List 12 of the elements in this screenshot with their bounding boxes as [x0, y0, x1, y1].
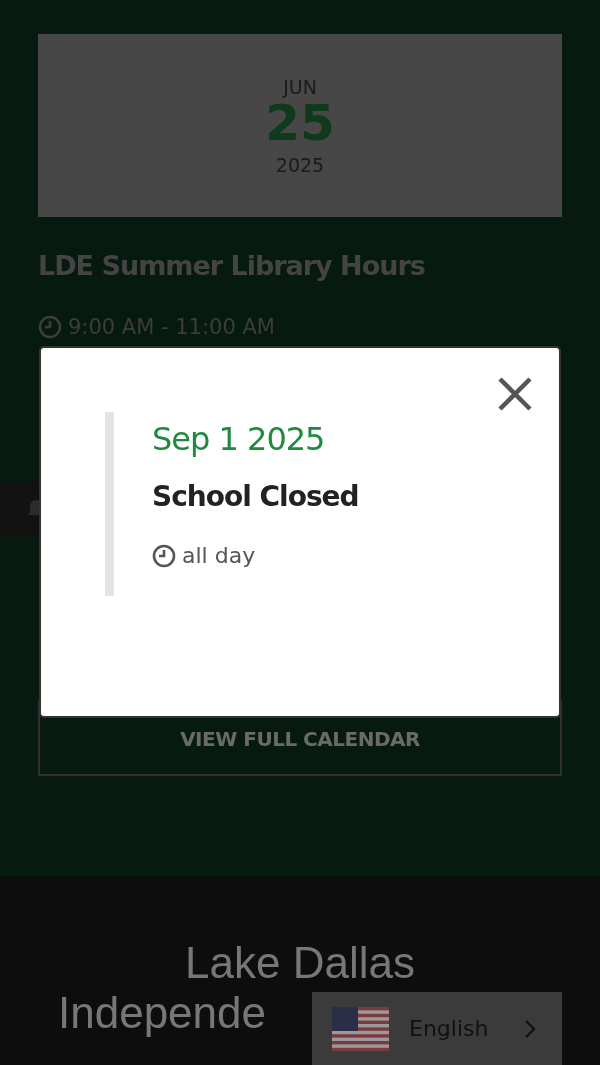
- chevron-right-icon: [524, 1018, 536, 1039]
- event-time: all day: [182, 543, 256, 568]
- event-day: 25: [265, 97, 335, 148]
- clock-icon: [152, 543, 176, 568]
- event-title[interactable]: LDE Summer Library Hours: [38, 250, 562, 281]
- event-date: Sep 1 2025: [152, 419, 326, 458]
- event-title: School Closed: [152, 480, 360, 513]
- flag-icon: [332, 1006, 389, 1051]
- close-icon[interactable]: [497, 376, 533, 412]
- clock-icon: [38, 315, 62, 339]
- district-name: Independe: [58, 988, 266, 1038]
- district-name: Lake Dallas: [185, 938, 415, 988]
